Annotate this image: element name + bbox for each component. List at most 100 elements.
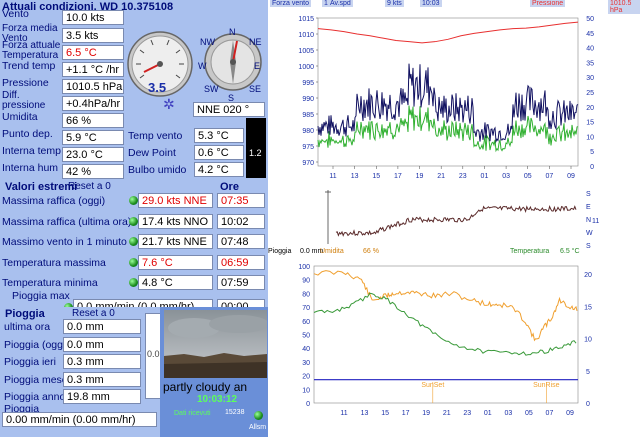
top-x-tick-9: 05 [524,173,532,180]
current-value-6: 66 % [62,113,124,128]
rain-value-4: 19.8 mm [63,389,141,404]
sunset-label: SunSet [421,382,444,389]
current-value-4: 1010.5 hPa [62,79,124,94]
bot-x-tick-10: 07 [546,410,554,417]
bot-left-tick-4: 60 [302,319,310,326]
top-x-tick-10: 07 [545,173,553,180]
wind-speed-value: 3.5 [148,80,167,95]
compass-label-5: SW [204,84,219,94]
top-right-tick-1: 45 [586,31,594,38]
current-value-8: 23.0 °C [62,147,124,162]
current-value-7: 5.9 °C [62,130,124,145]
chart-wind-pressure: 1015101010051000995990985980975970504540… [298,16,594,180]
right-label-1: Dew Point [128,147,176,159]
right-label-2: Bulbo umido [128,164,187,176]
right-value-2: 4.2 °C [194,162,244,177]
dir-tick-2: N [586,217,591,224]
rain-value-2: 0.3 mm [63,354,141,369]
wind-direction-value: NNE 020 ° [193,102,265,117]
bot-left-tick-7: 30 [302,360,310,367]
bot-x-tick-0: 11 [340,410,347,417]
extreme-label-0: Massima raffica (oggi) [2,195,106,207]
data-received-count: 15238 [225,409,245,416]
extreme-indicator-0[interactable] [129,196,138,205]
dir-tick-0: S [586,191,591,198]
bot-right-tick-0: 20 [584,272,592,279]
compass-label-7: NW [200,37,215,47]
mid-labels: Pioggia 0.0 mm Umidita 66 % Temperatura … [268,248,640,260]
bot-x-tick-5: 21 [443,410,451,417]
extreme-label-2: Massimo vento in 1 minuto [2,236,127,248]
top-legend-label-0: Forza vento [270,0,311,7]
bot-left-tick-3: 70 [302,305,310,312]
humidity-chart-value: 66 % [363,248,379,255]
extreme-indicator-1[interactable] [129,216,138,226]
rain-label-1: Pioggia (oggi) [4,338,69,351]
sunrise-label: SunRise [533,382,560,389]
extreme-value-1: 17.4 kts NNO [138,213,213,229]
bot-x-tick-11: 09 [566,410,574,417]
bot-x-tick-3: 17 [402,410,410,417]
bot-left-tick-0: 100 [298,264,310,271]
rain-value-1: 0.0 mm [63,336,141,352]
current-value-5: +0.4hPa/hr [62,96,124,111]
rain-label-4: Pioggia anno [4,391,66,403]
dir-tick-1: E [586,204,591,211]
bot-x-tick-8: 03 [504,410,512,417]
alarm-label: Allsm [249,424,267,431]
top-left-tick-0: 1015 [298,16,314,23]
bot-left-tick-1: 90 [302,278,310,285]
top-x-tick-11: 09 [567,173,575,180]
extreme-time-4: 07:59 [217,275,265,290]
top-right-tick-6: 20 [586,105,594,112]
top-left-tick-7: 980 [302,128,314,135]
dir-right-mark: 11 [592,218,599,225]
current-label-3: Trend temp [2,60,56,72]
top-legend-value-2: 10:03 [420,0,442,7]
rain-title: Pioggia [5,308,45,320]
rain-gauge-value: 0.0 [147,349,160,359]
top-left-tick-2: 1005 [298,48,314,55]
rain-label-3: Pioggia mese [4,373,68,386]
ore-title: Ore [220,181,239,193]
top-x-tick-8: 03 [502,173,510,180]
top-left-tick-8: 975 [302,144,314,151]
dir-tick-3: W [586,230,593,237]
extreme-value-0: 29.0 kts NNE [138,193,213,208]
temperature-chart-label: Temperatura [510,248,550,255]
top-left-tick-4: 995 [302,80,314,87]
rain-label-0: ultima ora [4,321,51,333]
extreme-indicator-3[interactable] [129,257,138,267]
top-right-tick-5: 25 [586,90,594,97]
top-right-tick-4: 30 [586,75,594,82]
extreme-indicator-2[interactable] [129,237,138,246]
extreme-value-4: 4.8 °C [138,275,213,290]
rain-value-0: 0.0 mm [63,319,141,334]
right-value-0: 5.3 °C [194,128,244,143]
top-right-tick-9: 5 [590,149,594,156]
alarm-indicator[interactable] [254,411,263,420]
extremes-title: Valori estremi [5,181,78,193]
rain-label-2: Pioggia ieri [4,356,56,368]
current-value-3: +1.1 °C /hr [62,62,124,77]
current-value-9: 42 % [62,164,124,179]
top-legend-label-3: Pressione [530,0,566,7]
bot-x-tick-2: 15 [381,410,389,417]
current-value-2: 6.5 °C [62,45,124,60]
humidity-chart-label: Umidita [320,248,344,255]
bot-left-tick-8: 20 [302,374,310,381]
extreme-time-3: 06:59 [217,254,265,270]
current-label-7: Punto dep. [2,128,53,140]
bot-left-tick-2: 80 [302,291,310,298]
webcam-image [164,310,267,378]
top-left-tick-5: 990 [302,96,314,103]
current-value-1: 3.5 kts [62,28,124,43]
extreme-indicator-4[interactable] [129,278,138,287]
compass-label-3: SE [249,84,262,94]
extreme-label-4: Temperatura minima [2,277,98,289]
extreme-label-3: Temperatura massima [2,256,106,269]
current-label-6: Umidita [2,111,38,123]
extreme-value-2: 21.7 kts NNE [138,234,213,249]
data-received-label: Dati ricevuti [174,410,211,417]
bot-left-tick-5: 50 [302,333,310,340]
